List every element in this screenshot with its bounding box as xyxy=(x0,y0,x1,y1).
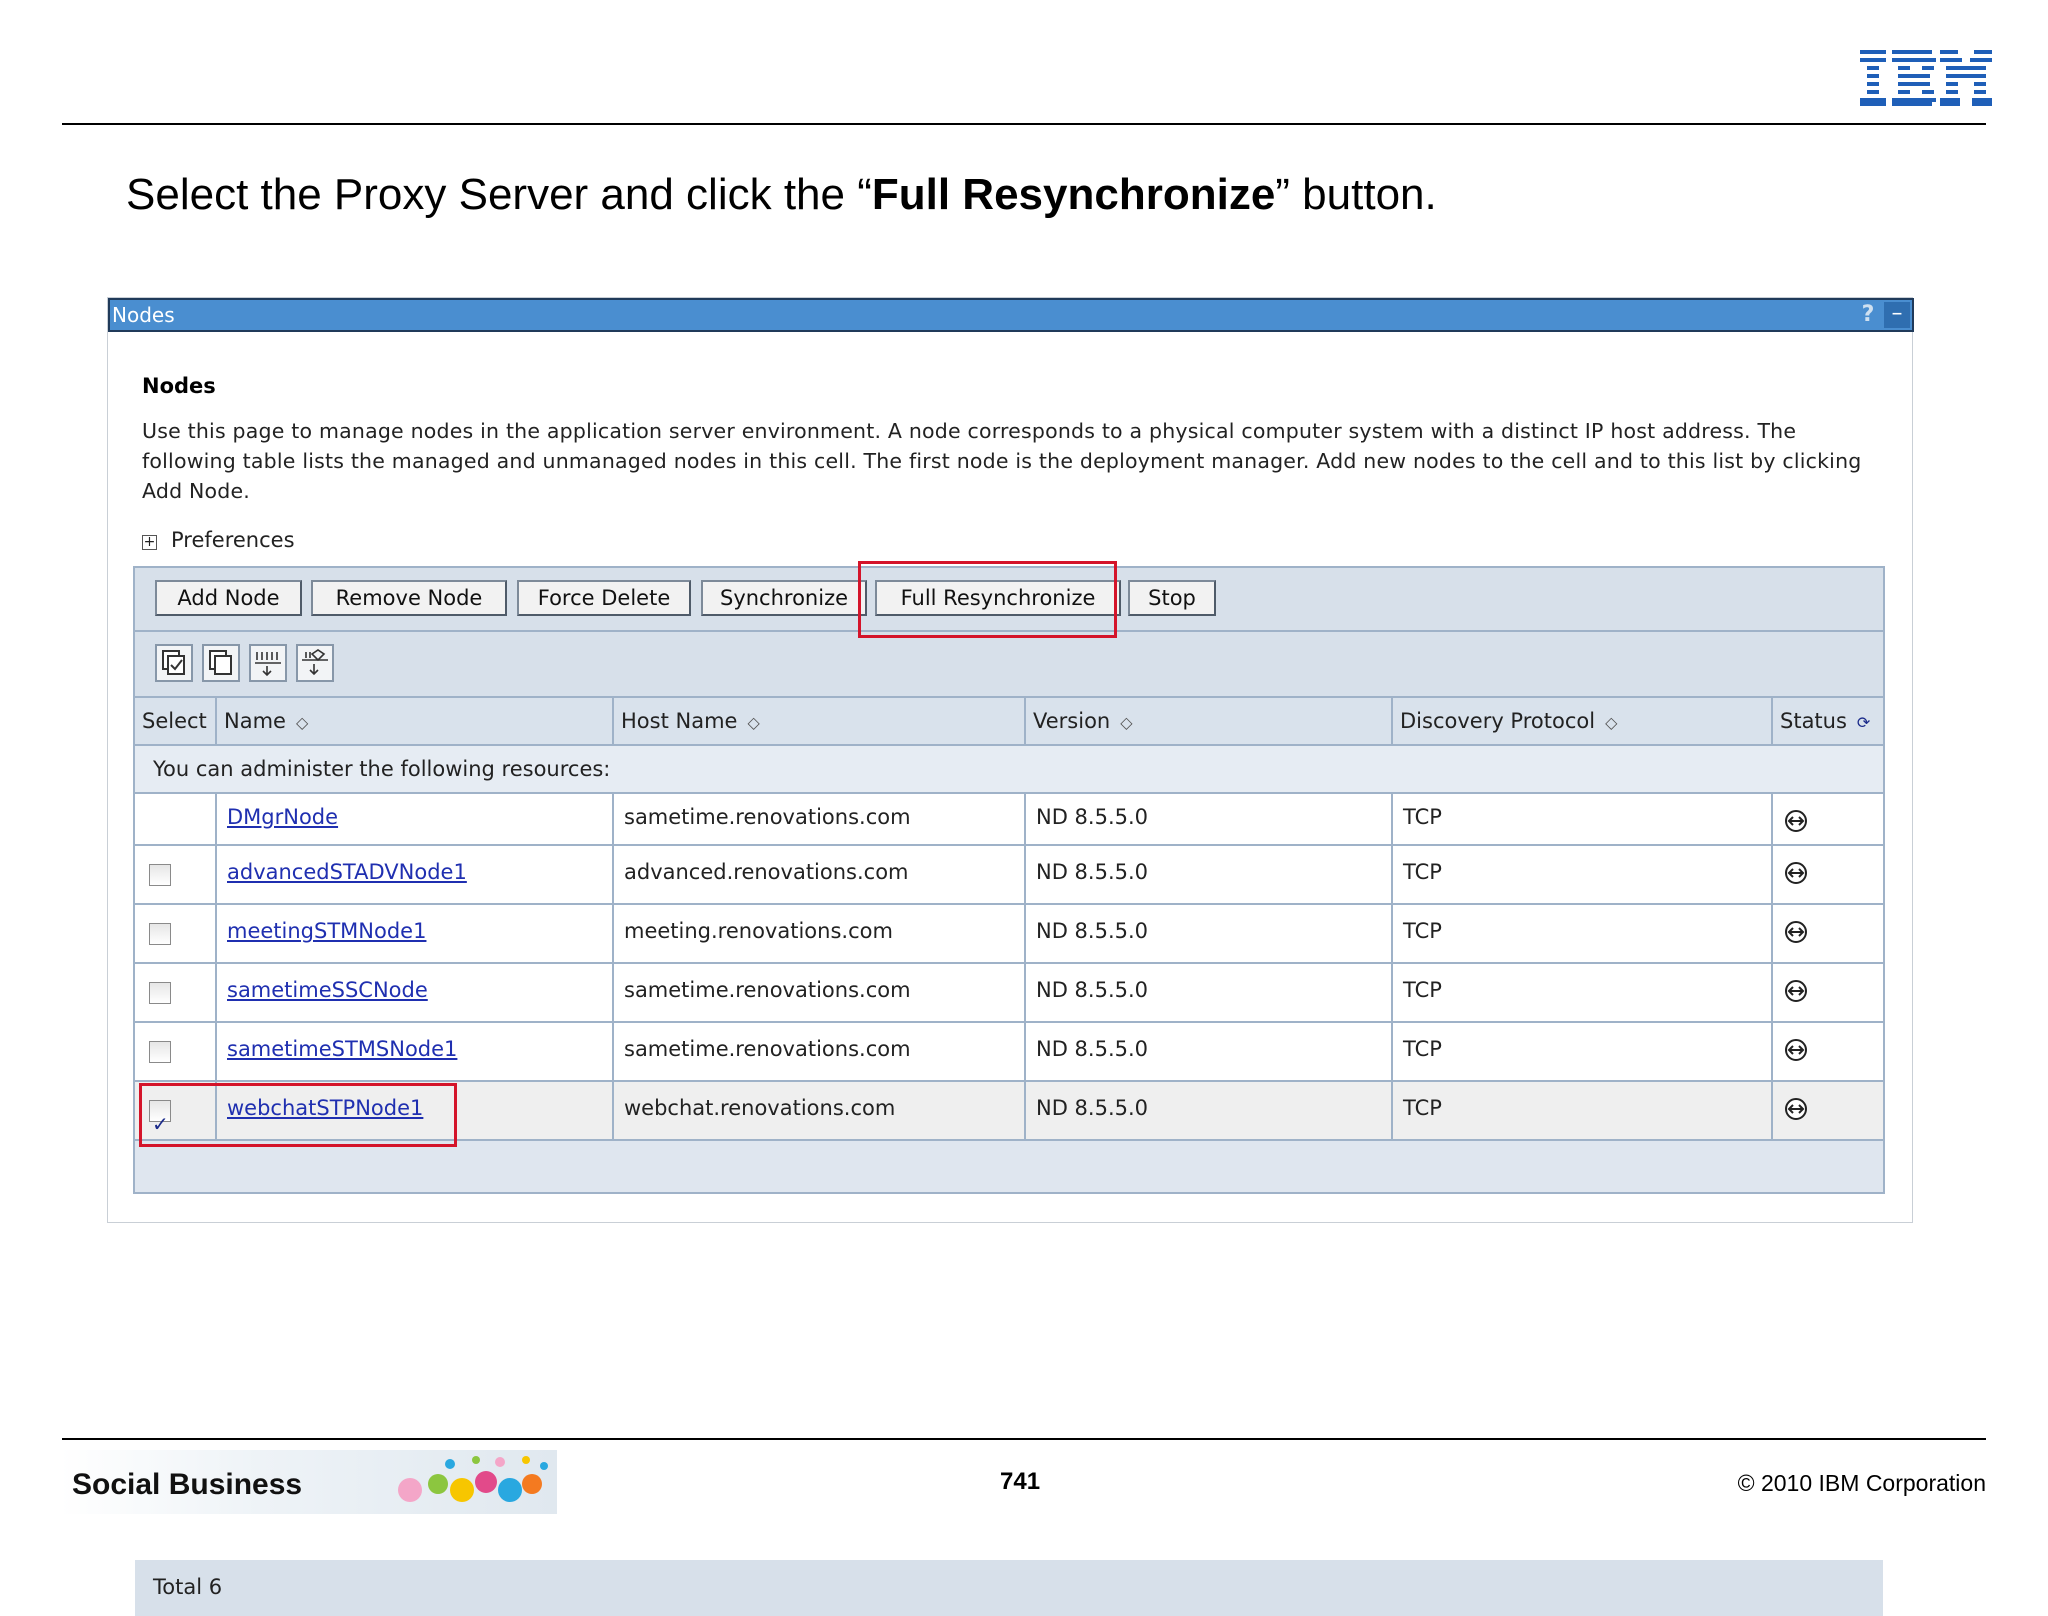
table-header: Select Name ◇ Host Name ◇ Version ◇ Discove… xyxy=(135,698,1883,746)
preferences-toggle[interactable]: + Preferences xyxy=(142,528,295,552)
node-link[interactable]: sametimeSTMSNode1 xyxy=(227,1037,457,1061)
people-graphic-icon xyxy=(398,1456,548,1502)
host-name-cell: advanced.renovations.com xyxy=(614,846,1026,903)
section-heading: Nodes xyxy=(142,374,216,398)
node-link[interactable]: meetingSTMNode1 xyxy=(227,919,426,943)
name-cell: sametimeSTMSNode1 xyxy=(217,1023,614,1080)
social-business-banner: Social Business xyxy=(60,1450,557,1514)
table-row: meetingSTMNode1 meeting.renovations.com ND… xyxy=(135,905,1883,964)
brand-label: Social Business xyxy=(72,1468,303,1501)
filter-icon[interactable] xyxy=(296,644,334,682)
deselect-all-icon[interactable] xyxy=(202,644,240,682)
sort-arrows-icon[interactable]: ◇ xyxy=(296,713,308,732)
status-cell xyxy=(1773,794,1883,844)
portlet-titlebar: Nodes ? – xyxy=(108,298,1914,332)
version-cell: ND 8.5.5.0 xyxy=(1026,1023,1393,1080)
name-cell: meetingSTMNode1 xyxy=(217,905,614,962)
portlet-title: Nodes xyxy=(112,303,175,327)
version-cell: ND 8.5.5.0 xyxy=(1026,964,1393,1021)
row-checkbox[interactable] xyxy=(149,982,171,1004)
header-host-name[interactable]: Host Name ◇ xyxy=(614,698,1026,744)
page-number: 741 xyxy=(1000,1468,1041,1495)
select-cell xyxy=(135,964,217,1021)
node-link[interactable]: advancedSTADVNode1 xyxy=(227,860,467,884)
help-icon[interactable]: ? xyxy=(1856,302,1880,328)
host-name-cell: sametime.renovations.com xyxy=(614,964,1026,1021)
header-version[interactable]: Version ◇ xyxy=(1026,698,1393,744)
select-cell xyxy=(135,846,217,903)
sort-arrows-icon[interactable]: ◇ xyxy=(747,713,759,732)
select-cell xyxy=(135,905,217,962)
synchronize-button[interactable]: Synchronize xyxy=(701,580,867,616)
name-cell: DMgrNode xyxy=(217,794,614,844)
table-row: DMgrNode sametime.renovations.com ND 8.5.5… xyxy=(135,794,1883,846)
name-cell: advancedSTADVNode1 xyxy=(217,846,614,903)
node-sync-status-icon xyxy=(1785,980,1807,1002)
select-all-icon[interactable] xyxy=(155,644,193,682)
sort-arrows-icon[interactable]: ◇ xyxy=(1605,713,1617,732)
node-link[interactable]: sametimeSSCNode xyxy=(227,978,428,1002)
version-cell: ND 8.5.5.0 xyxy=(1026,1082,1393,1139)
add-node-button[interactable]: Add Node xyxy=(155,580,302,616)
page-description: Use this page to manage nodes in the app… xyxy=(142,419,1862,503)
protocol-cell: TCP xyxy=(1393,846,1773,903)
header-divider xyxy=(62,123,1986,125)
version-cell: ND 8.5.5.0 xyxy=(1026,794,1393,844)
name-cell: sametimeSSCNode xyxy=(217,964,614,1021)
ibm-logo xyxy=(1860,50,1992,106)
status-cell xyxy=(1773,964,1883,1021)
node-sync-status-icon xyxy=(1785,1039,1807,1061)
protocol-cell: TCP xyxy=(1393,905,1773,962)
table-toolbar xyxy=(135,632,1883,698)
status-cell xyxy=(1773,1082,1883,1139)
version-cell: ND 8.5.5.0 xyxy=(1026,905,1393,962)
row-checkbox[interactable] xyxy=(149,923,171,945)
full-resynchronize-callout xyxy=(858,561,1117,638)
remove-node-button[interactable]: Remove Node xyxy=(311,580,507,616)
row-checkbox[interactable] xyxy=(149,864,171,886)
expand-icon[interactable]: + xyxy=(142,535,157,550)
status-cell xyxy=(1773,846,1883,903)
stop-button[interactable]: Stop xyxy=(1128,580,1216,616)
refresh-status-icon[interactable]: ⟳ xyxy=(1857,713,1870,732)
expand-filter-icon[interactable] xyxy=(249,644,287,682)
copyright: © 2010 IBM Corporation xyxy=(1737,1470,1986,1496)
header-status: Status ⟳ xyxy=(1780,709,1871,733)
host-name-cell: sametime.renovations.com xyxy=(614,794,1026,844)
footer-divider xyxy=(62,1438,1986,1440)
protocol-cell: TCP xyxy=(1393,1082,1773,1139)
table-row: sametimeSSCNode sametime.renovations.com N… xyxy=(135,964,1883,1023)
protocol-cell: TCP xyxy=(1393,794,1773,844)
host-name-cell: meeting.renovations.com xyxy=(614,905,1026,962)
host-name-cell: sametime.renovations.com xyxy=(614,1023,1026,1080)
node-sync-status-icon xyxy=(1785,810,1807,832)
node-sync-status-icon xyxy=(1785,1098,1807,1120)
protocol-cell: TCP xyxy=(1393,964,1773,1021)
selected-node-callout xyxy=(139,1083,457,1147)
slide-title: Select the Proxy Server and click the “F… xyxy=(126,170,1437,219)
select-cell xyxy=(135,794,217,844)
version-cell: ND 8.5.5.0 xyxy=(1026,846,1393,903)
table-row: advancedSTADVNode1 advanced.renovations.c… xyxy=(135,846,1883,905)
header-name[interactable]: Name ◇ xyxy=(217,698,614,744)
table-total: Total 6 xyxy=(135,1560,1883,1616)
node-link[interactable]: DMgrNode xyxy=(227,805,338,829)
node-sync-status-icon xyxy=(1785,921,1807,943)
minimize-icon[interactable]: – xyxy=(1884,302,1910,328)
status-cell xyxy=(1773,905,1883,962)
sort-arrows-icon[interactable]: ◇ xyxy=(1120,713,1132,732)
header-select: Select xyxy=(135,698,217,744)
preferences-label[interactable]: Preferences xyxy=(171,528,295,552)
node-sync-status-icon xyxy=(1785,862,1807,884)
header-discovery-protocol[interactable]: Discovery Protocol ◇ xyxy=(1393,698,1773,744)
admin-message: You can administer the following resourc… xyxy=(135,746,1883,794)
protocol-cell: TCP xyxy=(1393,1023,1773,1080)
select-cell xyxy=(135,1023,217,1080)
force-delete-button[interactable]: Force Delete xyxy=(517,580,691,616)
table-row: sametimeSTMSNode1 sametime.renovations.co… xyxy=(135,1023,1883,1082)
row-checkbox[interactable] xyxy=(149,1041,171,1063)
host-name-cell: webchat.renovations.com xyxy=(614,1082,1026,1139)
status-cell xyxy=(1773,1023,1883,1080)
